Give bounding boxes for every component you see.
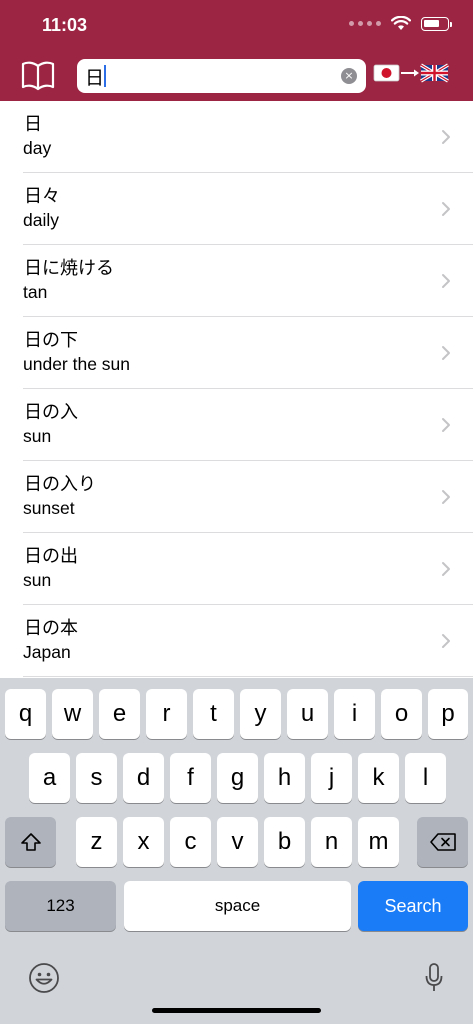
japan-flag-icon: [373, 64, 400, 82]
result-row-3[interactable]: 日の下 under the sun: [23, 317, 473, 389]
arrow-right-icon: [401, 69, 419, 77]
language-direction-toggle[interactable]: [373, 62, 449, 84]
chevron-right-icon: [442, 202, 450, 216]
backspace-key[interactable]: [417, 817, 468, 867]
key-d[interactable]: d: [123, 753, 164, 803]
chevron-right-icon: [442, 490, 450, 504]
key-q[interactable]: q: [5, 689, 46, 739]
results-list: 日 day 日々 daily 日に焼ける tan 日の下 under the s…: [0, 101, 473, 678]
status-icons: [349, 16, 452, 31]
key-z[interactable]: z: [76, 817, 117, 867]
chevron-right-icon: [442, 130, 450, 144]
result-row-6[interactable]: 日の出 sun: [23, 533, 473, 605]
key-s[interactable]: s: [76, 753, 117, 803]
result-translation: sunset: [23, 498, 75, 518]
chevron-right-icon: [442, 418, 450, 432]
book-icon[interactable]: [20, 58, 56, 92]
result-term: 日の下: [24, 330, 78, 351]
status-bar: 11:03: [0, 0, 473, 50]
microphone-icon[interactable]: [424, 962, 444, 994]
key-r[interactable]: r: [146, 689, 187, 739]
result-row-2[interactable]: 日に焼ける tan: [23, 245, 473, 317]
search-key[interactable]: Search: [358, 881, 468, 931]
space-key[interactable]: space: [124, 881, 351, 931]
result-translation: sun: [23, 426, 52, 446]
key-g[interactable]: g: [217, 753, 258, 803]
key-a[interactable]: a: [29, 753, 70, 803]
shift-key[interactable]: [5, 817, 56, 867]
numbers-key[interactable]: 123: [5, 881, 116, 931]
nav-bar: ×: [0, 50, 473, 101]
result-translation: daily: [23, 210, 59, 230]
key-o[interactable]: o: [381, 689, 422, 739]
signal-dots-icon: [349, 21, 381, 26]
wifi-icon: [391, 16, 411, 30]
result-row-1[interactable]: 日々 daily: [23, 173, 473, 245]
key-e[interactable]: e: [99, 689, 140, 739]
key-p[interactable]: p: [428, 689, 468, 739]
result-row-7[interactable]: 日の本 Japan: [23, 605, 473, 677]
result-row-0[interactable]: 日 day: [23, 101, 473, 173]
result-term: 日に焼ける: [24, 258, 114, 279]
key-f[interactable]: f: [170, 753, 211, 803]
key-c[interactable]: c: [170, 817, 211, 867]
result-translation: Japan: [23, 642, 71, 662]
battery-icon: [421, 16, 452, 31]
key-b[interactable]: b: [264, 817, 305, 867]
chevron-right-icon: [442, 562, 450, 576]
home-indicator: [152, 1008, 321, 1013]
keyboard: q w e r t y u i o p a s d f g h j k l z …: [0, 678, 473, 1024]
result-translation: sun: [23, 570, 52, 590]
clear-search-button[interactable]: ×: [341, 68, 357, 84]
result-term: 日: [24, 114, 42, 135]
search-input[interactable]: [85, 62, 335, 90]
key-j[interactable]: j: [311, 753, 352, 803]
chevron-right-icon: [442, 346, 450, 360]
result-term: 日の入り: [24, 474, 96, 495]
backspace-icon: [429, 833, 456, 851]
result-term: 日の本: [24, 618, 78, 639]
key-k[interactable]: k: [358, 753, 399, 803]
key-n[interactable]: n: [311, 817, 352, 867]
key-h[interactable]: h: [264, 753, 305, 803]
search-box[interactable]: ×: [77, 59, 366, 93]
result-row-5[interactable]: 日の入り sunset: [23, 461, 473, 533]
chevron-right-icon: [442, 274, 450, 288]
key-w[interactable]: w: [52, 689, 93, 739]
key-u[interactable]: u: [287, 689, 328, 739]
result-term: 日の入: [24, 402, 78, 423]
status-time: 11:03: [42, 15, 88, 35]
result-translation: under the sun: [23, 354, 131, 374]
chevron-right-icon: [442, 634, 450, 648]
key-x[interactable]: x: [123, 817, 164, 867]
app-header: 11:03 ×: [0, 0, 473, 101]
key-y[interactable]: y: [240, 689, 281, 739]
emoji-icon[interactable]: [28, 962, 60, 994]
text-caret: [104, 65, 106, 87]
key-v[interactable]: v: [217, 817, 258, 867]
result-row-4[interactable]: 日の入 sun: [23, 389, 473, 461]
shift-arrow-icon: [20, 833, 41, 851]
key-l[interactable]: l: [405, 753, 446, 803]
key-i[interactable]: i: [334, 689, 375, 739]
key-t[interactable]: t: [193, 689, 234, 739]
result-translation: tan: [23, 282, 48, 302]
result-term: 日々: [24, 186, 60, 207]
uk-flag-icon: [420, 63, 449, 83]
result-term: 日の出: [24, 546, 78, 567]
key-m[interactable]: m: [358, 817, 399, 867]
result-translation: day: [23, 138, 52, 158]
